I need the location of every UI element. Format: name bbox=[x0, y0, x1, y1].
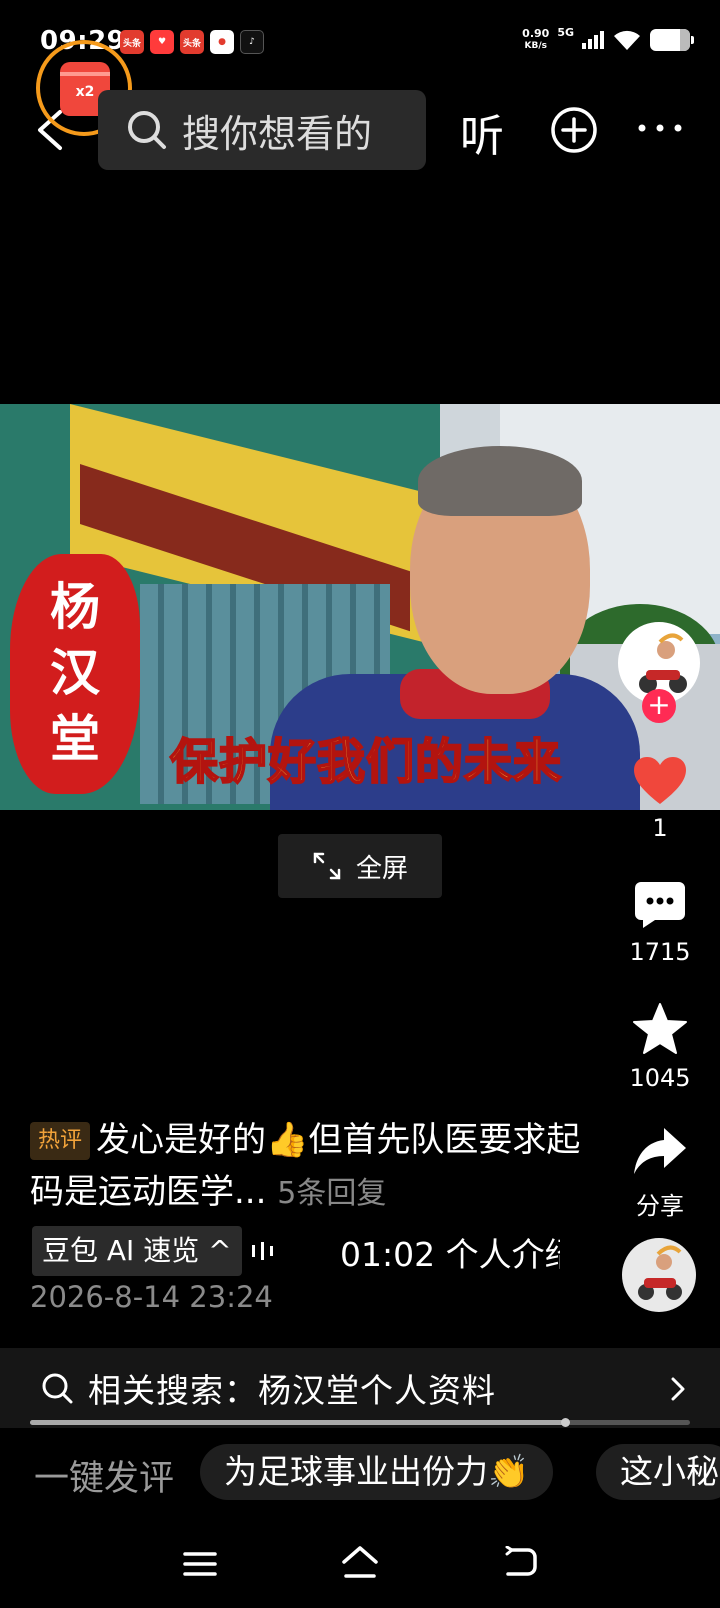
related-search-bar[interactable]: 相关搜索：杨汉堂个人资料 bbox=[0, 1348, 720, 1428]
chevron-right-icon bbox=[671, 1377, 685, 1401]
post-date: 2026-8-14 23:24 bbox=[30, 1280, 273, 1314]
thumbs-up-icon: 👍 bbox=[266, 1120, 309, 1160]
menu-icon[interactable] bbox=[183, 1550, 217, 1578]
fullscreen-label: 全屏 bbox=[355, 853, 408, 884]
listen-button[interactable]: 听 bbox=[460, 100, 504, 164]
signal-icon bbox=[582, 31, 604, 49]
comment-count: 1715 bbox=[629, 938, 691, 966]
toutiao-lite-app-icon: 头条 bbox=[180, 30, 204, 54]
ai-summary-button[interactable]: 豆包 AI 速览 ^ bbox=[32, 1226, 242, 1276]
heart-icon bbox=[634, 757, 686, 804]
hot-comment-text-before: 发心是好的 bbox=[96, 1120, 267, 1160]
net-speed: 0.90 KB/s bbox=[522, 28, 549, 52]
search-icon bbox=[42, 1373, 73, 1404]
more-icon[interactable] bbox=[636, 120, 684, 136]
ai-chapter-title[interactable]: 01:02 个人介绍 bbox=[340, 1228, 560, 1278]
wifi-icon bbox=[614, 30, 640, 50]
ai-summary-label: 豆包 AI 速览 bbox=[42, 1234, 200, 1267]
favorite-count: 1045 bbox=[629, 1064, 691, 1092]
music-disc[interactable] bbox=[622, 1238, 696, 1312]
map-app-icon: ● bbox=[210, 30, 234, 54]
follow-button[interactable]: + bbox=[642, 689, 676, 723]
video-caption: 保护好我们的未来 bbox=[169, 733, 563, 791]
quick-comment-chip-text: 为足球事业出份力 bbox=[224, 1452, 488, 1491]
search-input[interactable]: 搜你想看的 bbox=[98, 90, 426, 170]
video-progress-knob[interactable] bbox=[560, 1418, 570, 1427]
share-label: 分享 bbox=[636, 1192, 684, 1220]
search-icon bbox=[128, 111, 166, 149]
music-disc-image bbox=[638, 1245, 682, 1300]
comment-icon bbox=[635, 882, 685, 928]
fullscreen-button[interactable]: 全屏 bbox=[278, 834, 442, 898]
notification-icons: 头条 ♥ 头条 ● ♪ bbox=[120, 30, 264, 54]
share-icon bbox=[634, 1128, 686, 1174]
video-name-badge-text: 杨 汉 堂 bbox=[50, 578, 100, 768]
related-search-text: 相关搜索：杨汉堂个人资料 bbox=[88, 1371, 496, 1410]
return-icon[interactable] bbox=[502, 1546, 538, 1578]
video-name-badge: 杨 汉 堂 bbox=[10, 554, 140, 794]
hot-comment[interactable]: 热评 发心是好的👍但首先队医要求起码是运动医学... 5条回复 bbox=[30, 1114, 590, 1220]
battery-icon bbox=[650, 29, 694, 51]
comment-button[interactable]: 1715 bbox=[620, 880, 700, 966]
clapping-hands-icon: 👏 bbox=[488, 1452, 530, 1491]
quick-comment-chip[interactable]: 为足球事业出份力👏 bbox=[200, 1444, 554, 1500]
net-speed-value: 0.90 bbox=[522, 27, 550, 40]
quick-comment-label: 一键发评 bbox=[34, 1459, 175, 1499]
video-progress-bar[interactable] bbox=[30, 1418, 690, 1427]
shopping-app-icon: ♥ bbox=[150, 30, 174, 54]
toutiao-app-icon: 头条 bbox=[120, 30, 144, 54]
net-speed-unit: KB/s bbox=[524, 41, 547, 51]
audio-wave-icon bbox=[252, 1242, 273, 1260]
tiktok-app-icon: ♪ bbox=[240, 30, 264, 54]
like-count: 1 bbox=[652, 814, 668, 842]
like-button[interactable]: 1 bbox=[620, 756, 700, 842]
hot-comment-replies[interactable]: 5条回复 bbox=[277, 1176, 386, 1211]
video-progress-fill bbox=[30, 1420, 565, 1425]
system-indicators: 0.90 KB/s 5G bbox=[522, 25, 694, 52]
video-player[interactable]: 杨 汉 堂 保护好我们的未来 bbox=[0, 404, 720, 810]
expand-icon bbox=[313, 852, 341, 880]
quick-comment-chip[interactable]: 这小秘 bbox=[596, 1444, 720, 1500]
home-icon[interactable] bbox=[340, 1544, 380, 1580]
favorite-button[interactable]: 1045 bbox=[620, 1002, 700, 1092]
search-placeholder: 搜你想看的 bbox=[182, 111, 373, 156]
network-type: 5G bbox=[557, 25, 574, 39]
add-icon[interactable] bbox=[550, 106, 598, 154]
star-icon bbox=[633, 1003, 687, 1054]
video-person-hair bbox=[418, 446, 582, 516]
chevron-up-icon: ^ bbox=[208, 1234, 232, 1267]
hot-comment-tag: 热评 bbox=[30, 1122, 91, 1160]
share-button[interactable]: 分享 bbox=[620, 1126, 700, 1221]
